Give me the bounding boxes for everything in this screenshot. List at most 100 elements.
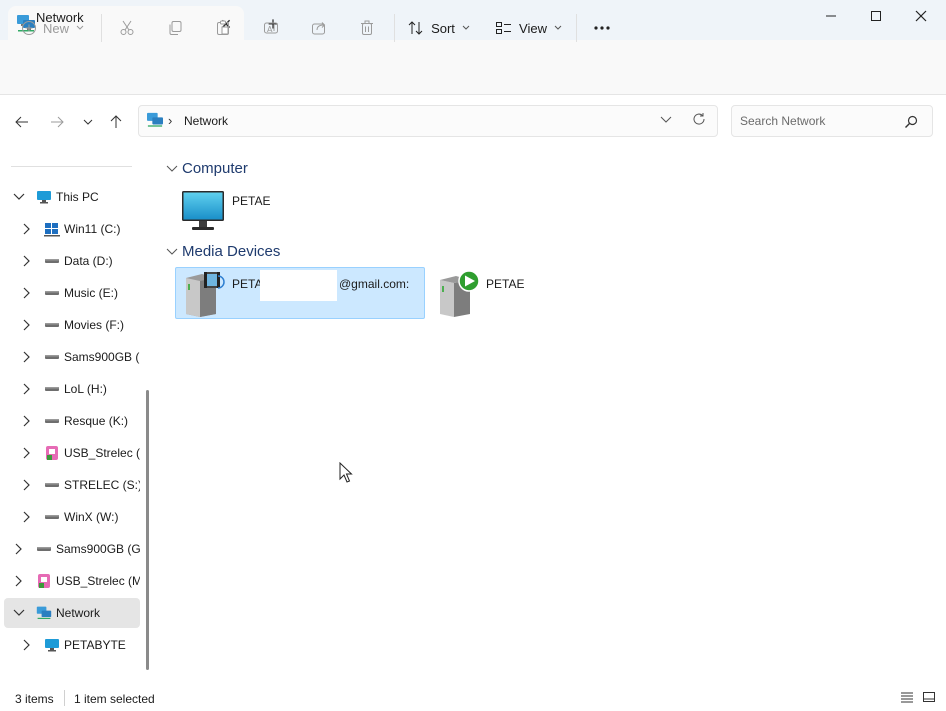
search-input[interactable]: Search Network xyxy=(740,114,825,128)
sidebar-item[interactable]: LoL (H:) xyxy=(4,374,140,404)
new-button[interactable]: New xyxy=(16,14,90,42)
tiles-view-icon xyxy=(923,692,935,702)
sidebar-item[interactable]: Data (D:) xyxy=(4,246,140,276)
sidebar-item-label: Resque (K:) xyxy=(64,414,129,428)
network-icon xyxy=(36,605,52,621)
toolbar-divider xyxy=(101,14,102,42)
chevron-down-icon xyxy=(166,248,178,255)
sidebar-item[interactable]: Music (E:) xyxy=(4,278,140,308)
tiles-view-button[interactable] xyxy=(922,690,938,706)
sort-button[interactable]: Sort xyxy=(405,14,473,42)
status-selection: 1 item selected xyxy=(74,692,155,706)
details-view-button[interactable] xyxy=(900,691,916,705)
sidebar-item[interactable]: PETABYTE xyxy=(4,630,140,660)
drive-icon xyxy=(44,381,60,397)
sidebar-item-label: USB_Strelec (M xyxy=(64,446,140,460)
chevron-down-icon xyxy=(660,116,672,123)
cut-button[interactable] xyxy=(113,14,141,42)
back-button[interactable] xyxy=(8,108,36,136)
chevron-right-icon[interactable] xyxy=(20,254,34,268)
chevron-right-icon[interactable] xyxy=(20,286,34,300)
breadcrumb-separator[interactable]: › xyxy=(168,113,172,128)
sidebar-item-label: Data (D:) xyxy=(64,254,113,268)
paste-icon xyxy=(217,20,229,35)
media-item-label: PETAE xyxy=(486,277,525,291)
search-icon xyxy=(904,115,918,129)
sidebar-item[interactable]: Movies (F:) xyxy=(4,310,140,340)
view-label: View xyxy=(519,20,547,36)
group-line xyxy=(280,170,930,171)
copy-button[interactable] xyxy=(161,14,189,42)
sidebar-item[interactable]: This PC xyxy=(4,182,140,212)
status-item-count: 3 items xyxy=(15,692,54,706)
group-toggle-media[interactable] xyxy=(166,246,178,258)
drive-icon xyxy=(44,317,60,333)
chevron-down-icon xyxy=(462,25,470,30)
sidebar-item-label: USB_Strelec (M:) xyxy=(56,574,140,588)
chevron-right-icon[interactable] xyxy=(20,478,34,492)
mouse-cursor-icon xyxy=(339,461,353,484)
sidebar-item[interactable]: WinX (W:) xyxy=(4,502,140,532)
sidebar-item-label: LoL (H:) xyxy=(64,382,107,396)
minimize-button[interactable] xyxy=(808,0,854,32)
sidebar-item-label: PETABYTE xyxy=(64,638,126,652)
group-heading-media-devices[interactable]: Media Devices xyxy=(182,243,280,260)
breadcrumb-network[interactable]: Network xyxy=(184,114,228,128)
chevron-right-icon[interactable] xyxy=(20,510,34,524)
add-icon xyxy=(21,21,36,35)
sort-label: Sort xyxy=(431,20,455,36)
chevron-right-icon[interactable] xyxy=(20,350,34,364)
chevron-right-icon[interactable] xyxy=(20,638,34,652)
sidebar-item[interactable]: USB_Strelec (M:) xyxy=(4,566,140,596)
sidebar-item-label: WinX (W:) xyxy=(64,510,119,524)
refresh-icon xyxy=(693,113,705,125)
drive-icon xyxy=(44,253,60,269)
up-button[interactable] xyxy=(102,108,130,136)
maximize-icon xyxy=(871,11,881,21)
sidebar-item[interactable]: Network xyxy=(4,598,140,628)
more-options-button[interactable] xyxy=(588,14,616,42)
sidebar-item[interactable]: Sams900GB (G xyxy=(4,342,140,372)
paste-button[interactable] xyxy=(209,14,237,42)
delete-button[interactable] xyxy=(353,14,381,42)
sidebar-item[interactable]: Resque (K:) xyxy=(4,406,140,436)
sidebar-item[interactable]: USB_Strelec (M xyxy=(4,438,140,468)
chevron-right-icon[interactable] xyxy=(20,414,34,428)
chevron-right-icon[interactable] xyxy=(20,222,34,236)
chevron-right-icon[interactable] xyxy=(20,446,34,460)
forward-button[interactable] xyxy=(43,108,71,136)
close-button[interactable] xyxy=(898,0,944,32)
share-button[interactable] xyxy=(305,14,333,42)
trash-icon xyxy=(361,20,373,35)
sidebar-item-label: Win11 (C:) xyxy=(64,222,121,236)
drive-icon xyxy=(44,477,60,493)
copy-icon xyxy=(169,21,182,35)
sidebar-scrollbar[interactable] xyxy=(146,390,149,670)
sidebar-item[interactable]: Sams900GB (G:) xyxy=(4,534,140,564)
sidebar-item[interactable]: STRELEC (S:) xyxy=(4,470,140,500)
rename-button[interactable]: A xyxy=(257,14,285,42)
recent-locations-button[interactable] xyxy=(74,108,102,136)
chevron-right-icon[interactable] xyxy=(12,574,26,588)
view-icon xyxy=(496,22,512,34)
network-icon xyxy=(146,112,164,128)
group-heading-computer[interactable]: Computer xyxy=(182,160,248,177)
address-dropdown-button[interactable] xyxy=(660,114,676,128)
chevron-right-icon[interactable] xyxy=(20,318,34,332)
chevron-right-icon[interactable] xyxy=(20,382,34,396)
chevron-down-icon[interactable] xyxy=(12,606,26,620)
chevron-down-icon xyxy=(83,119,93,125)
group-toggle-computer[interactable] xyxy=(166,163,178,175)
view-button[interactable]: View xyxy=(493,14,565,42)
refresh-button[interactable] xyxy=(692,112,710,130)
chevron-down-icon[interactable] xyxy=(12,190,26,204)
new-label: New xyxy=(42,20,69,36)
sidebar-item-label: Sams900GB (G:) xyxy=(56,542,140,556)
sidebar-item[interactable]: Win11 (C:) xyxy=(4,214,140,244)
drive-icon xyxy=(36,541,52,557)
chevron-right-icon[interactable] xyxy=(12,542,26,556)
minimize-icon xyxy=(826,15,836,17)
maximize-button[interactable] xyxy=(853,0,899,32)
sidebar-item-label: Network xyxy=(56,606,101,620)
monitor-icon xyxy=(44,637,60,653)
